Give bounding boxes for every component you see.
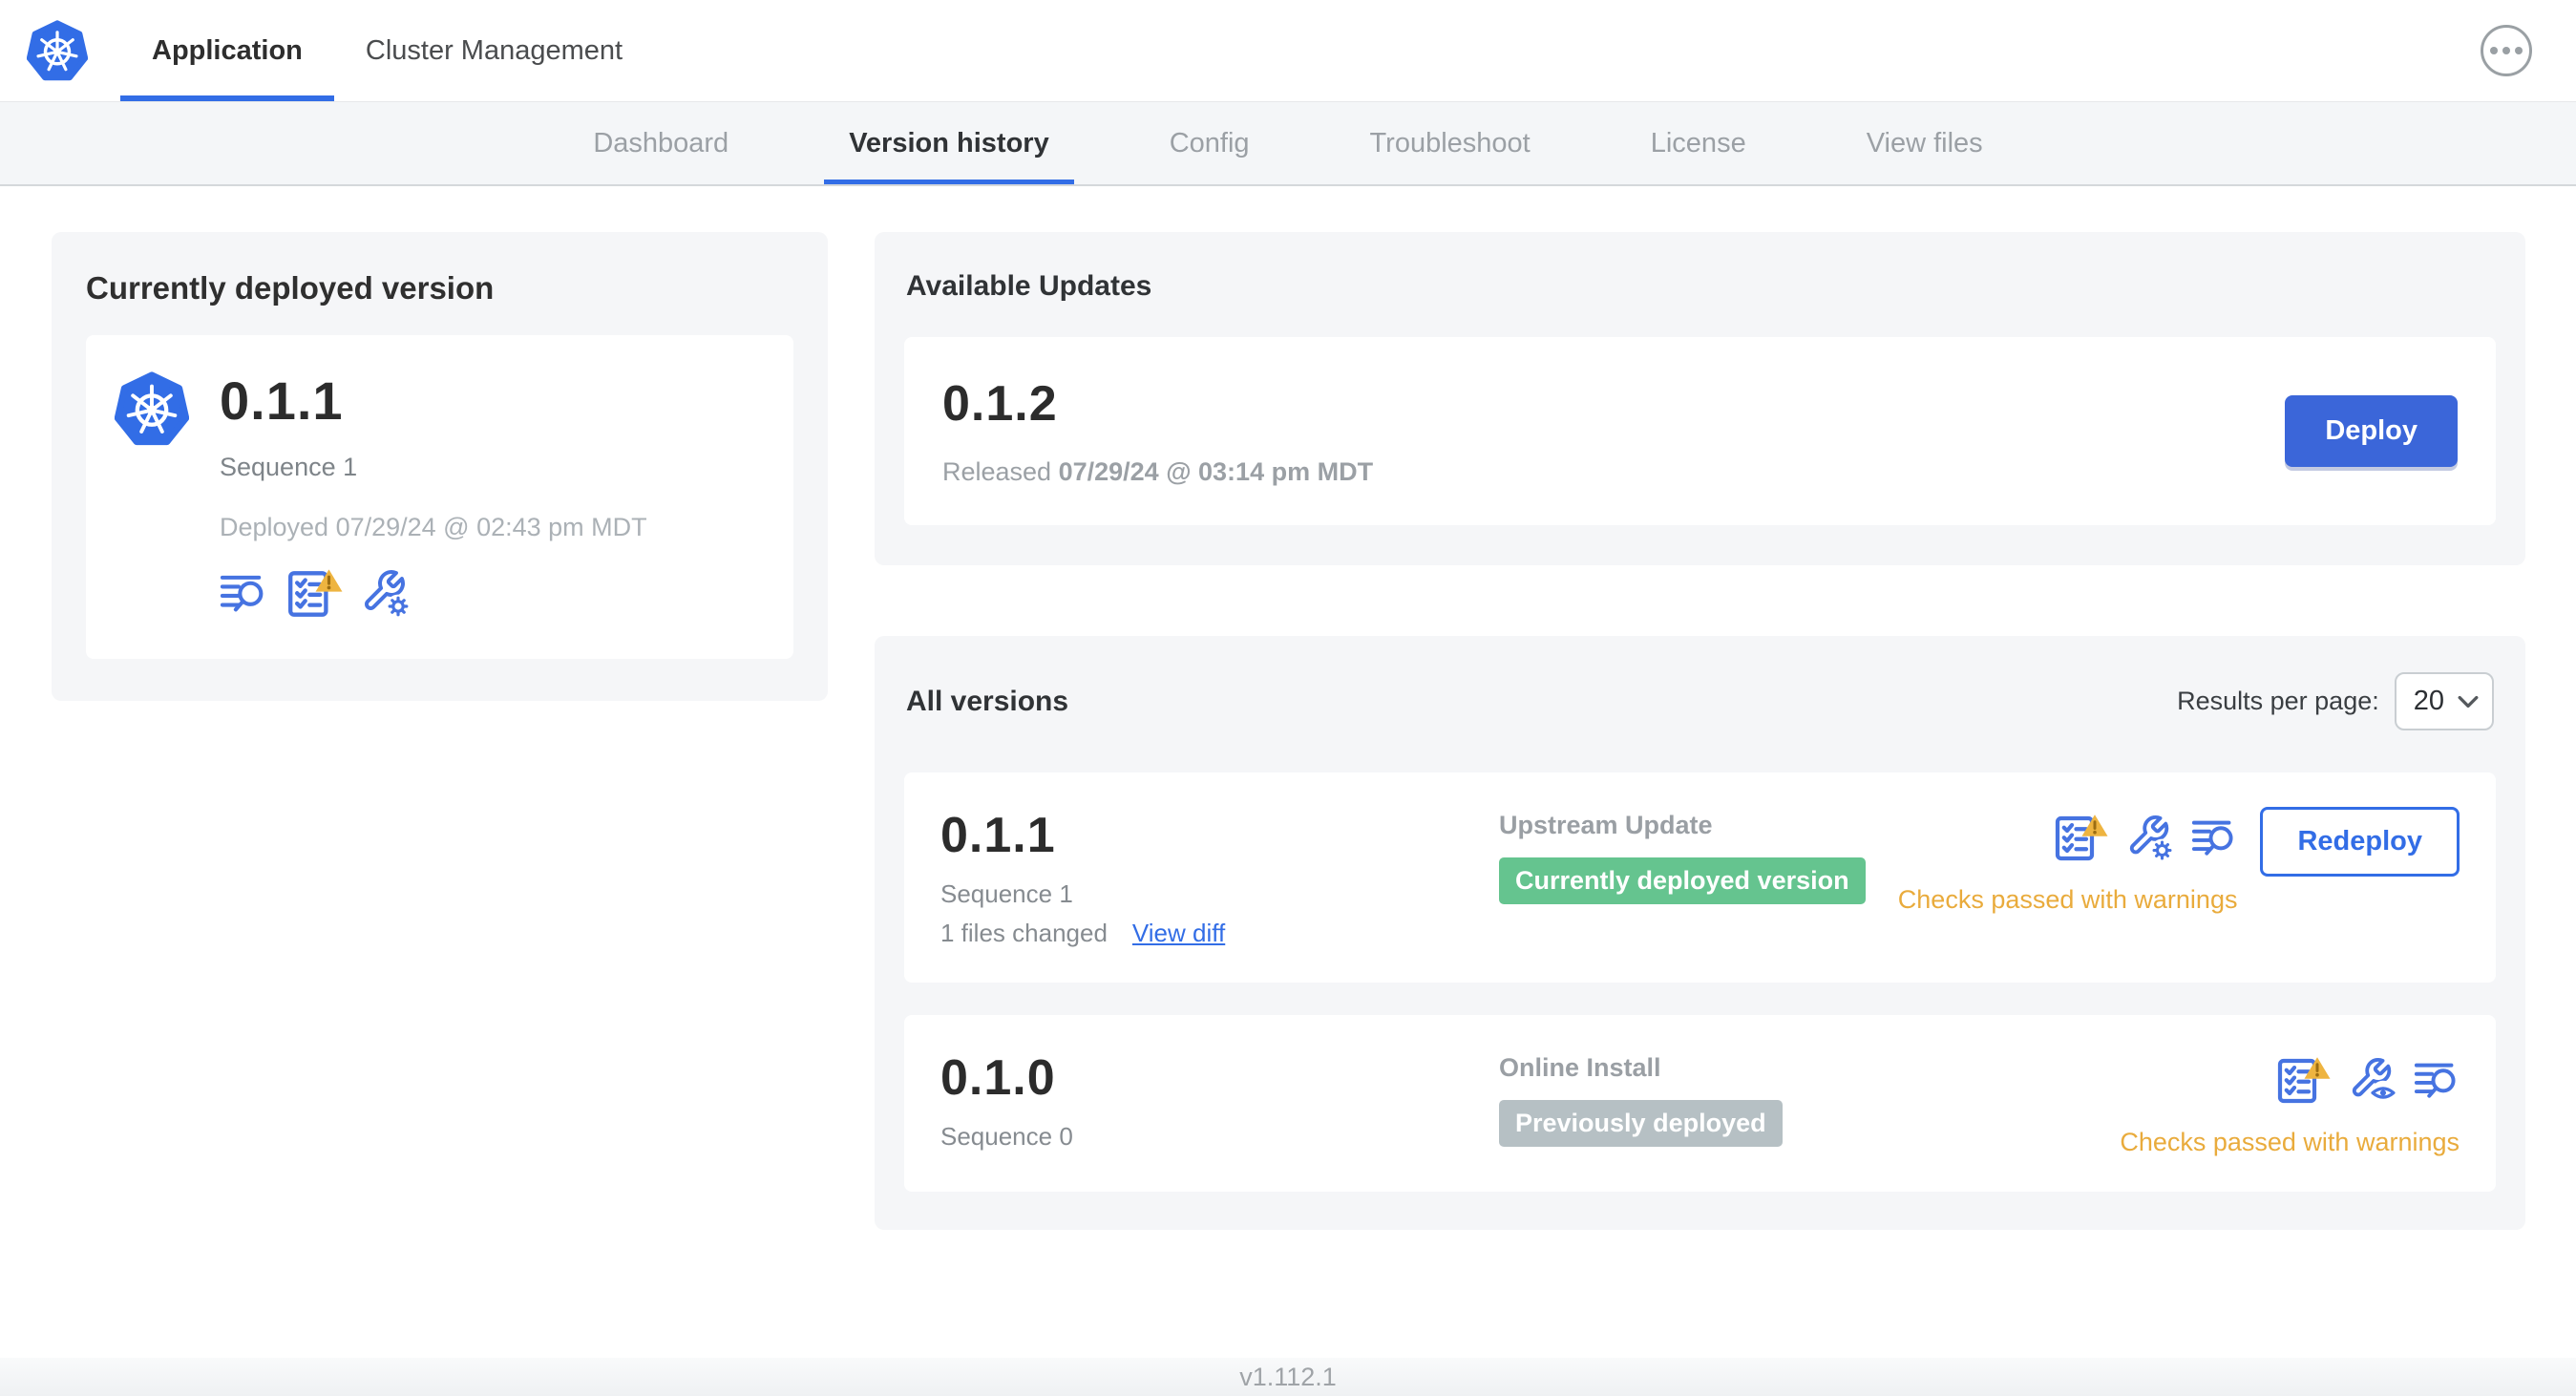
- tab-dashboard[interactable]: Dashboard: [568, 102, 753, 184]
- app-kubernetes-icon: [115, 370, 189, 448]
- update-version-number: 0.1.2: [942, 376, 1058, 432]
- tab-version-history[interactable]: Version history: [824, 102, 1074, 184]
- available-updates-title: Available Updates: [906, 270, 1152, 302]
- released-label: Released: [942, 457, 1052, 486]
- deploy-logs-icon[interactable]: [2191, 817, 2237, 860]
- tab-config[interactable]: Config: [1145, 102, 1275, 184]
- chevron-down-icon: [2458, 695, 2479, 709]
- tab-cluster-management[interactable]: Cluster Management: [334, 0, 654, 101]
- currently-deployed-title: Currently deployed version: [86, 270, 495, 306]
- results-per-page: Results per page: 20: [2177, 672, 2494, 730]
- redeploy-button[interactable]: Redeploy: [2260, 807, 2460, 877]
- version-row-0-1-1: 0.1.1 Sequence 1 1 files changed View di…: [904, 772, 2496, 983]
- all-versions-title: All versions: [906, 685, 1069, 717]
- tab-license[interactable]: License: [1626, 102, 1771, 184]
- results-per-page-value: 20: [2413, 686, 2444, 716]
- version-actions: Checks passed with warnings: [2120, 1049, 2460, 1157]
- console-version: v1.112.1: [1239, 1362, 1337, 1391]
- currently-deployed-card: Currently deployed version 0.1.1 Sequenc…: [52, 232, 828, 701]
- view-config-icon[interactable]: [2349, 1056, 2397, 1106]
- version-number: 0.1.1: [940, 808, 1056, 863]
- right-column: Available Updates 0.1.2 Released 07/29/2…: [875, 232, 2525, 1230]
- current-version-actions: [220, 567, 647, 621]
- preflight-checks-warning-icon[interactable]: [2052, 813, 2109, 864]
- ellipsis-dot: [2515, 47, 2523, 54]
- available-update-info: 0.1.2 Released 07/29/24 @ 03:14 pm MDT: [942, 375, 1373, 487]
- ellipsis-dot: [2502, 47, 2510, 54]
- results-per-page-select[interactable]: 20: [2394, 672, 2494, 730]
- kubernetes-logo-icon: [27, 19, 88, 82]
- currently-deployed-version-panel: 0.1.1 Sequence 1 Deployed 07/29/24 @ 02:…: [86, 335, 793, 659]
- released-date: 07/29/24 @ 03:14 pm MDT: [1058, 457, 1374, 486]
- files-changed-row: 1 files changed View diff: [940, 919, 1499, 948]
- app-subnav: Dashboard Version history Config Trouble…: [0, 102, 2576, 186]
- available-updates-card: Available Updates 0.1.2 Released 07/29/2…: [875, 232, 2525, 565]
- current-version-deployed-timestamp: Deployed 07/29/24 @ 02:43 pm MDT: [220, 513, 647, 541]
- tab-application[interactable]: Application: [120, 0, 334, 101]
- currently-deployed-details: 0.1.1 Sequence 1 Deployed 07/29/24 @ 02:…: [220, 370, 647, 621]
- preflight-checks-warning-icon[interactable]: [2274, 1055, 2332, 1107]
- version-row-0-1-0: 0.1.0 Sequence 0 Online Install Previous…: [904, 1015, 2496, 1192]
- version-source: Online Install Previously deployed: [1499, 1049, 2120, 1147]
- icons-and-status: Checks passed with warnings: [2120, 1049, 2460, 1157]
- left-column: Currently deployed version 0.1.1 Sequenc…: [52, 232, 828, 701]
- deploy-logs-icon[interactable]: [220, 572, 267, 617]
- current-version-number: 0.1.1: [220, 370, 344, 431]
- status-badge: Currently deployed version: [1499, 857, 1866, 904]
- version-actions: Checks passed with warnings Redeploy: [1898, 807, 2460, 915]
- results-per-page-label: Results per page:: [2177, 687, 2379, 715]
- all-versions-card: All versions Results per page: 20 0.1.1 …: [875, 636, 2525, 1230]
- version-info: 0.1.1 Sequence 1 1 files changed View di…: [940, 807, 1499, 948]
- icons-and-status: Checks passed with warnings: [1897, 807, 2238, 915]
- source-label: Upstream Update: [1499, 811, 1713, 839]
- admin-console-page: Application Cluster Management Dashboard…: [0, 0, 2576, 1396]
- main-content: Currently deployed version 0.1.1 Sequenc…: [0, 186, 2576, 1358]
- version-number: 0.1.0: [940, 1050, 1056, 1106]
- app-logo: [27, 0, 88, 101]
- checks-status-text: Checks passed with warnings: [1897, 885, 2238, 914]
- deploy-button[interactable]: Deploy: [2285, 395, 2458, 467]
- version-info: 0.1.0 Sequence 0: [940, 1049, 1499, 1152]
- update-released-timestamp: Released 07/29/24 @ 03:14 pm MDT: [942, 457, 1373, 487]
- header-tabs: Application Cluster Management: [120, 0, 654, 101]
- ellipsis-menu-button[interactable]: [2481, 25, 2532, 76]
- version-sequence: Sequence 0: [940, 1122, 1073, 1151]
- status-badge: Previously deployed: [1499, 1100, 1783, 1147]
- version-action-icons: [2274, 1055, 2460, 1107]
- edit-config-icon[interactable]: [361, 568, 411, 620]
- current-version-sequence: Sequence 1: [220, 453, 358, 481]
- tab-view-files[interactable]: View files: [1842, 102, 2008, 184]
- version-action-icons: [2052, 813, 2237, 864]
- top-header: Application Cluster Management: [0, 0, 2576, 102]
- checks-status-text: Checks passed with warnings: [2120, 1128, 2460, 1156]
- version-source: Upstream Update Currently deployed versi…: [1499, 807, 1898, 904]
- ellipsis-dot: [2490, 47, 2498, 54]
- edit-config-icon[interactable]: [2126, 814, 2174, 863]
- all-versions-header: All versions Results per page: 20: [906, 672, 2494, 730]
- deploy-logs-icon[interactable]: [2414, 1060, 2460, 1103]
- source-label: Online Install: [1499, 1053, 1661, 1082]
- preflight-checks-warning-icon[interactable]: [285, 567, 344, 621]
- footer: v1.112.1: [0, 1358, 2576, 1396]
- header-spacer: [654, 0, 2481, 101]
- tab-troubleshoot[interactable]: Troubleshoot: [1345, 102, 1555, 184]
- view-diff-link[interactable]: View diff: [1132, 919, 1225, 948]
- files-changed-label: 1 files changed: [940, 919, 1108, 947]
- version-sequence: Sequence 1: [940, 879, 1073, 908]
- available-update-row: 0.1.2 Released 07/29/24 @ 03:14 pm MDT D…: [904, 337, 2496, 525]
